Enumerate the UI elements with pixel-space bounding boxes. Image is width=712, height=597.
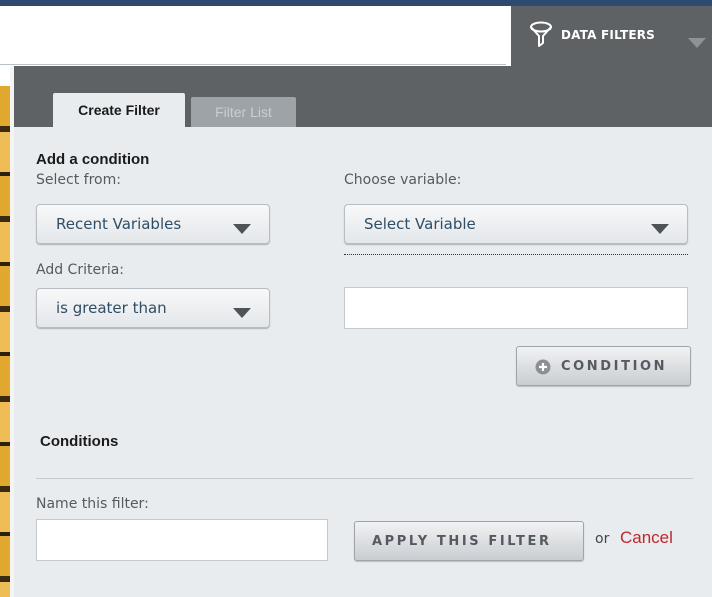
cancel-link[interactable]: Cancel bbox=[620, 528, 673, 548]
add-criteria-label: Add Criteria: bbox=[36, 262, 125, 278]
criteria-dropdown[interactable]: is greater than bbox=[36, 288, 270, 328]
caret-down-icon bbox=[233, 220, 251, 238]
criteria-value: is greater than bbox=[56, 299, 167, 317]
criteria-value-input[interactable] bbox=[344, 287, 688, 329]
choose-variable-label: Choose variable: bbox=[344, 172, 462, 188]
add-condition-label: CONDITION bbox=[561, 359, 668, 374]
tab-filter-list[interactable]: Filter List bbox=[191, 97, 296, 127]
conditions-heading: Conditions bbox=[40, 433, 119, 450]
apply-filter-button[interactable]: APPLY THIS FILTER bbox=[354, 521, 584, 561]
funnel-icon bbox=[529, 21, 553, 53]
background-edge bbox=[0, 86, 10, 597]
or-text: or bbox=[595, 531, 610, 547]
caret-down-icon bbox=[688, 33, 706, 52]
data-filters-button[interactable]: DATA FILTERS bbox=[511, 6, 712, 66]
data-filters-label: DATA FILTERS bbox=[561, 28, 656, 42]
variable-divider bbox=[344, 254, 688, 255]
plus-circle-icon bbox=[535, 359, 551, 379]
panel-tabs-bar: Create Filter Filter List bbox=[14, 66, 712, 127]
choose-variable-value: Select Variable bbox=[364, 215, 476, 233]
filter-name-input[interactable] bbox=[36, 519, 328, 561]
select-from-dropdown[interactable]: Recent Variables bbox=[36, 204, 270, 244]
caret-down-icon bbox=[233, 304, 251, 322]
choose-variable-dropdown[interactable]: Select Variable bbox=[344, 204, 688, 244]
select-from-value: Recent Variables bbox=[56, 215, 182, 233]
add-condition-heading: Add a condition bbox=[36, 151, 150, 168]
tab-create-filter[interactable]: Create Filter bbox=[53, 93, 185, 127]
select-from-label: Select from: bbox=[36, 172, 121, 188]
toolbar-strip bbox=[0, 6, 506, 65]
add-condition-button[interactable]: CONDITION bbox=[516, 346, 691, 386]
conditions-divider bbox=[36, 478, 693, 479]
filter-panel: Create Filter Filter List Add a conditio… bbox=[14, 66, 712, 597]
caret-down-icon bbox=[651, 220, 669, 238]
apply-filter-label: APPLY THIS FILTER bbox=[372, 534, 552, 549]
filter-name-label: Name this filter: bbox=[36, 496, 149, 512]
